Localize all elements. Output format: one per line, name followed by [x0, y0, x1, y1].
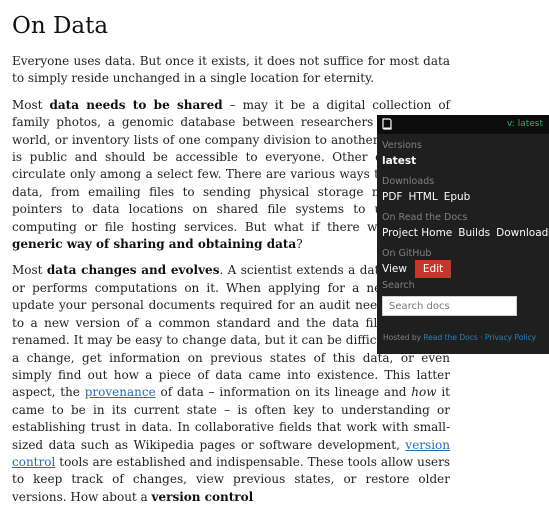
text-run: Most — [12, 97, 50, 112]
bold-phrase: data needs to be shared — [49, 97, 223, 112]
text-run: Most — [12, 263, 47, 278]
search-docs-input[interactable] — [382, 296, 517, 316]
rtd-heading: On Read the Docs — [382, 212, 468, 223]
privacy-policy-link[interactable]: Privacy Policy — [485, 333, 536, 342]
page-title: On Data — [12, 13, 109, 39]
paragraph-intro: Everyone uses data. But once it exists, … — [12, 54, 450, 86]
bold-phrase: version control — [151, 489, 254, 504]
versions-heading: Versions — [382, 140, 422, 151]
rtd-versions-panel: v: latest Versions latest Downloads PDF H… — [377, 115, 549, 354]
downloads-heading: Downloads — [382, 176, 435, 187]
versions-section: Versions latest Downloads PDF HTML Epub On… — [377, 140, 549, 316]
italic-phrase: how — [411, 385, 437, 400]
download-pdf-link[interactable]: PDF — [382, 191, 402, 203]
footer-separator: · — [477, 333, 485, 342]
book-icon — [382, 118, 392, 133]
text-run: of data – information on its lineage and — [155, 385, 412, 400]
search-heading: Search — [382, 280, 415, 291]
download-html-link[interactable]: HTML — [408, 191, 437, 203]
builds-link[interactable]: Builds — [458, 227, 490, 239]
github-row: View Edit — [382, 260, 544, 278]
github-edit-button[interactable]: Edit — [414, 260, 452, 278]
read-the-docs-link[interactable]: Read the Docs — [423, 333, 477, 342]
text-run: ? — [296, 237, 303, 252]
rtd-footer: Hosted by Read the Docs · Privacy Policy — [383, 333, 536, 342]
bold-phrase: data changes and evolves — [46, 263, 220, 278]
rtd-links-row: Project Home Builds Downloads — [382, 224, 549, 242]
bold-phrase: generic way of sharing and obtaining dat… — [12, 237, 297, 252]
project-home-link[interactable]: Project Home — [382, 227, 452, 239]
downloads-row: PDF HTML Epub — [382, 188, 544, 206]
download-epub-link[interactable]: Epub — [444, 191, 471, 203]
current-version-badge: v: latest — [506, 119, 543, 129]
github-view-link[interactable]: View — [382, 263, 407, 275]
version-latest-link[interactable]: latest — [382, 155, 416, 167]
footer-prefix: Hosted by — [383, 333, 424, 342]
rtd-downloads-link[interactable]: Downloads — [496, 227, 549, 239]
rtd-panel-header[interactable]: v: latest — [377, 115, 549, 134]
provenance-link[interactable]: provenance — [85, 385, 156, 399]
versions-row: latest — [382, 152, 544, 170]
github-heading: On GitHub — [382, 248, 432, 259]
